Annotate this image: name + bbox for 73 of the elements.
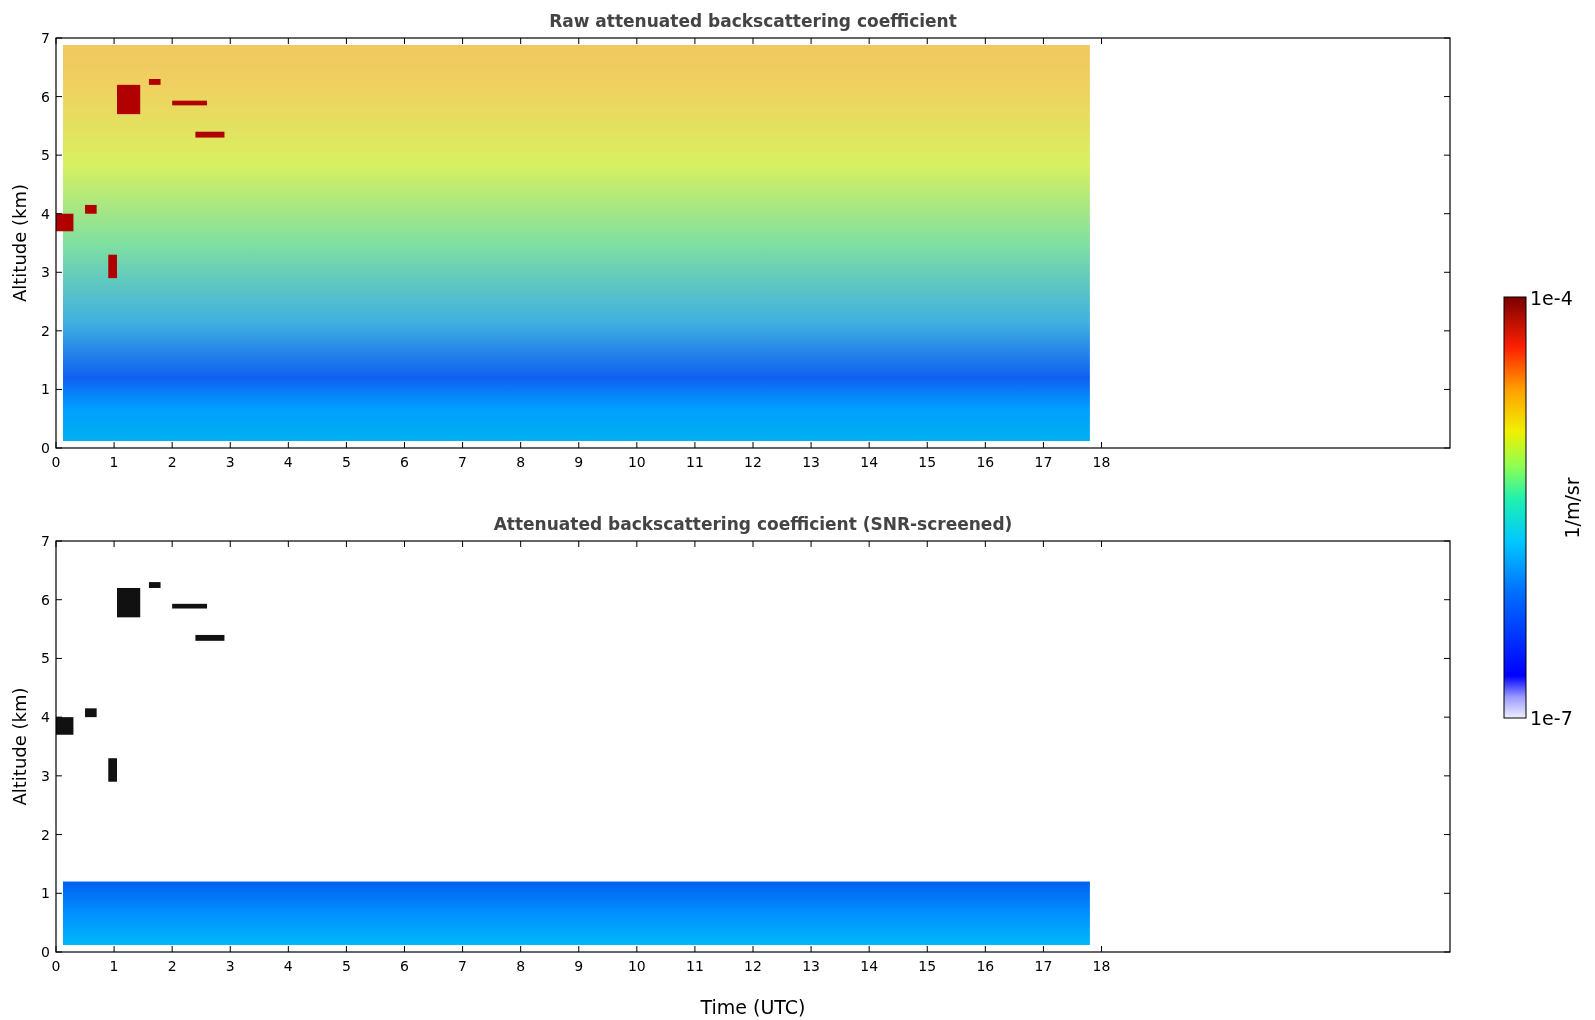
tick-label: 6	[400, 454, 409, 470]
cloud-patch	[117, 587, 141, 618]
tick-label: 16	[976, 454, 995, 470]
tick-label: 4	[41, 205, 50, 222]
tick-label: 1	[109, 454, 119, 470]
tick-label: 4	[283, 958, 293, 974]
cloud-patch	[172, 100, 207, 106]
cloud-patch	[195, 634, 225, 641]
tick-label: 0	[51, 454, 61, 470]
cloud-patch	[85, 708, 97, 718]
cloud-patch	[108, 758, 117, 782]
tick-label: 18	[1092, 454, 1111, 470]
tick-label: 6	[41, 591, 50, 608]
tick-label: 3	[225, 454, 235, 470]
tick-label: 5	[341, 958, 351, 974]
tick-label: 10	[627, 958, 646, 974]
tick-label: 5	[341, 454, 351, 470]
cloud-patch	[148, 79, 161, 85]
tick-label: 0	[51, 958, 61, 974]
tick-label: 5	[41, 650, 50, 667]
tick-label: 13	[802, 454, 820, 470]
tick-label: 7	[458, 454, 468, 470]
plot-title: Attenuated backscattering coefficient (SNR-screened)	[493, 514, 1013, 534]
tick-label: 15	[918, 454, 937, 470]
tick-label: 4	[41, 709, 50, 726]
tick-label: 12	[744, 958, 762, 974]
tick-label: 13	[802, 958, 820, 974]
tick-label: 6	[400, 958, 409, 974]
tick-label: 8	[516, 958, 526, 974]
tick-label: 5	[41, 147, 50, 164]
cloud-patch	[85, 204, 97, 214]
tick-label: 7	[41, 30, 50, 46]
tick-label: 9	[574, 958, 584, 974]
tick-label: 12	[744, 454, 762, 470]
tick-label: 1	[41, 885, 50, 902]
tick-label: 17	[1034, 958, 1053, 974]
tick-label: 7	[458, 958, 468, 974]
tick-label: 2	[41, 826, 50, 843]
tick-label: 14	[860, 454, 879, 470]
tick-label: 8	[516, 454, 526, 470]
axis-label: 1/m/sr	[1561, 477, 1583, 539]
tick-label: 15	[918, 958, 937, 974]
cloud-patch	[172, 603, 207, 609]
plot-title: Raw attenuated backscattering coefficient	[549, 11, 957, 31]
axis-label: Time (UTC)	[700, 996, 806, 1018]
tick-label: 9	[574, 454, 584, 470]
tick-label: 3	[225, 958, 235, 974]
tick-label: 17	[1034, 454, 1053, 470]
tick-label: 1	[41, 381, 50, 398]
tick-label: 10	[627, 454, 646, 470]
tick-label: 3	[41, 264, 50, 281]
tick-label: 6	[41, 88, 50, 105]
tick-label: 14	[860, 958, 879, 974]
tick-label: 1	[109, 958, 119, 974]
tick-label: 3	[41, 767, 50, 784]
tick-label: 11	[686, 454, 704, 470]
tick-label: 2	[41, 322, 50, 339]
tick-label: 11	[686, 958, 704, 974]
tick-label: 18	[1092, 958, 1111, 974]
cloud-patch	[108, 254, 117, 279]
tick-label: 2	[167, 958, 177, 974]
tick-label: 7	[41, 533, 50, 549]
colorbar-label: 1e-4	[1530, 287, 1573, 309]
axis-label: Altitude (km)	[9, 687, 30, 806]
tick-label: 0	[41, 944, 50, 960]
tick-label: 16	[976, 958, 995, 974]
axis-label: Altitude (km)	[9, 183, 30, 303]
cloud-patch	[148, 582, 161, 588]
colorbar-label: 1e-7	[1530, 707, 1573, 729]
tick-label: 4	[283, 454, 293, 470]
tick-label: 2	[167, 454, 177, 470]
cloud-patch	[195, 131, 225, 138]
tick-label: 0	[41, 440, 50, 456]
